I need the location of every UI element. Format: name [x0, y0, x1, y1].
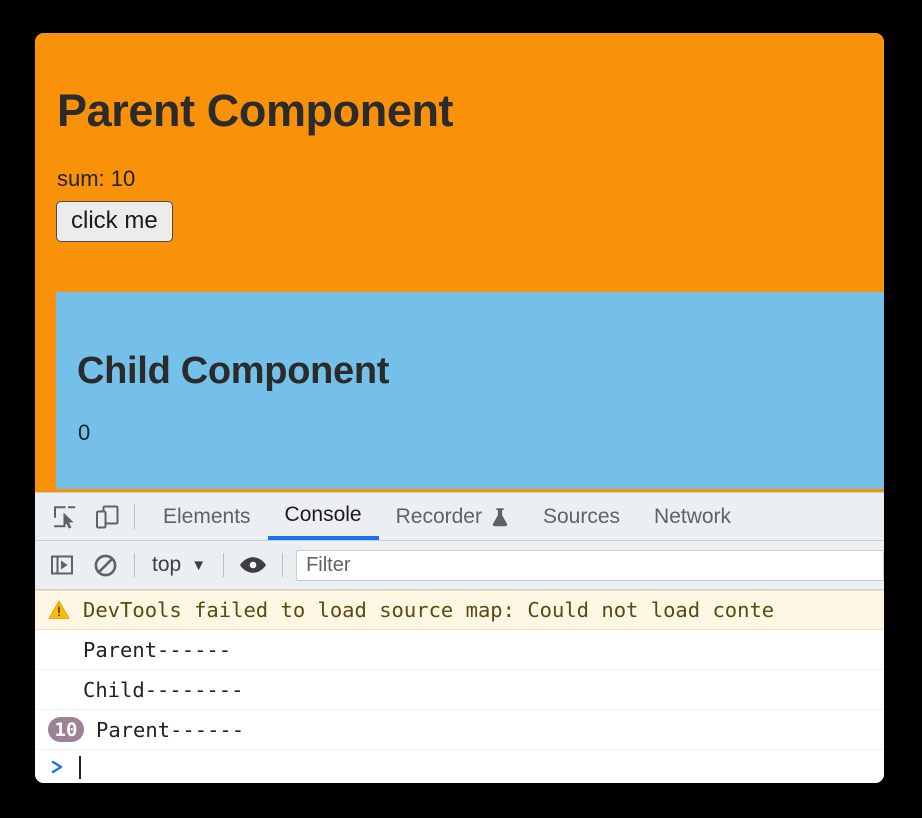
tab-sources[interactable]: Sources — [526, 494, 637, 540]
chevron-down-icon: ▼ — [191, 556, 207, 574]
tab-console[interactable]: Console — [267, 494, 379, 540]
tab-elements[interactable]: Elements — [146, 494, 268, 540]
clear-console-icon[interactable] — [89, 549, 121, 581]
console-log-row[interactable]: 10 Parent------ — [35, 710, 884, 750]
child-component-title: Child Component — [77, 350, 390, 392]
console-message-list: DevTools failed to load source map: Coul… — [35, 590, 884, 783]
screenshot-root: Parent Component sum: 10 click me Child … — [0, 0, 922, 818]
tab-recorder-label: Recorder — [395, 504, 482, 528]
device-toolbar-icon[interactable] — [90, 500, 123, 533]
inspect-element-icon[interactable] — [48, 500, 81, 533]
tab-recorder[interactable]: Recorder — [379, 494, 526, 540]
console-warning-text: DevTools failed to load source map: Coul… — [83, 598, 775, 622]
click-me-button[interactable]: click me — [56, 201, 173, 243]
child-count-value: 0 — [78, 420, 91, 445]
parent-component-title: Parent Component — [57, 85, 454, 136]
console-sidebar-icon[interactable] — [46, 549, 78, 581]
console-input-prompt[interactable] — [35, 750, 884, 783]
console-log-text: Parent------ — [83, 637, 232, 662]
console-filter-input[interactable] — [296, 549, 884, 581]
console-filter-bar: top ▼ — [35, 541, 884, 590]
parent-component-panel: Parent Component sum: 10 click me Child … — [35, 33, 884, 492]
parent-sum-text: sum: 10 — [57, 166, 136, 191]
warning-triangle-icon — [48, 599, 70, 621]
tab-console-label: Console — [284, 502, 362, 526]
tab-network[interactable]: Network — [637, 494, 748, 540]
console-bar-divider-3 — [282, 553, 284, 577]
flask-icon — [491, 507, 509, 527]
console-log-text: Parent------ — [96, 717, 245, 742]
tab-network-label: Network — [654, 504, 732, 528]
console-bar-divider-2 — [223, 553, 225, 577]
console-log-row[interactable]: Child-------- — [35, 670, 884, 710]
console-text-caret — [79, 755, 81, 779]
toolbar-divider — [134, 504, 135, 529]
console-log-row[interactable]: Parent------ — [35, 630, 884, 670]
console-context-selector[interactable]: top ▼ — [148, 551, 210, 579]
console-log-text: Child-------- — [83, 677, 244, 702]
eye-icon[interactable] — [237, 549, 269, 581]
console-context-label: top — [152, 553, 182, 576]
prompt-arrow-icon — [48, 757, 68, 777]
tab-elements-label: Elements — [163, 504, 251, 528]
browser-page-content: Parent Component sum: 10 click me Child … — [35, 33, 884, 783]
console-warning-row[interactable]: DevTools failed to load source map: Coul… — [35, 590, 884, 630]
tab-sources-label: Sources — [542, 504, 621, 528]
child-component-panel: Child Component 0 — [56, 292, 884, 489]
console-repeat-count-badge: 10 — [48, 717, 84, 742]
devtools-tabbar: Elements Console Recorder Sources Networ… — [35, 493, 884, 541]
console-bar-divider-1 — [134, 553, 135, 577]
devtools-panel: Elements Console Recorder Sources Networ… — [35, 492, 884, 783]
